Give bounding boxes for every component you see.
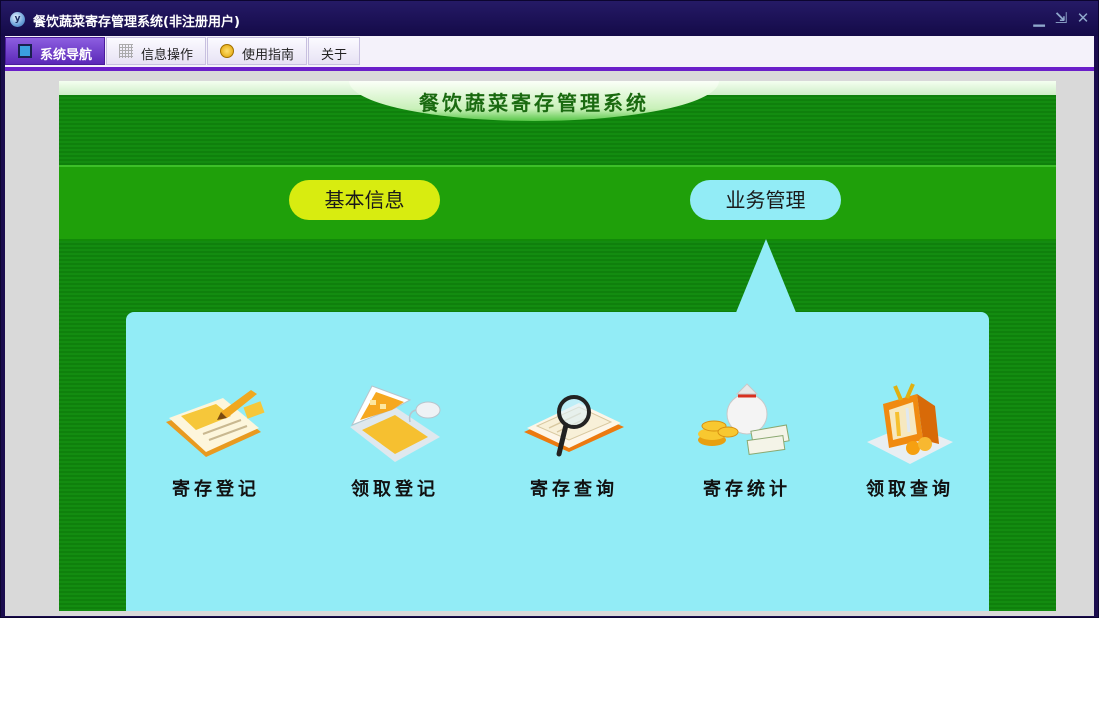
laptop-icon (350, 385, 441, 462)
window-title: 餐饮蔬菜寄存管理系统(非注册用户) (33, 15, 240, 30)
tab-label: 使用指南 (242, 48, 295, 63)
money-bag-icon (698, 383, 790, 456)
tab-user-guide[interactable]: 使用指南 (207, 37, 307, 65)
restore-icon[interactable]: ⇲ (1053, 10, 1069, 26)
function-label: 寄存统计 (703, 479, 791, 500)
close-icon[interactable]: ✕ (1075, 10, 1091, 26)
menu-bar: 系统导航 信息操作 使用指南 关于 (5, 36, 1094, 71)
business-functions-box: 寄存登记 领取登记 寄存查询 寄存统计 领取查询 (126, 312, 989, 611)
pickup-register-button[interactable]: 领取登记 (320, 382, 470, 502)
business-pointer (735, 239, 797, 315)
basic-info-button[interactable]: 基本信息 (289, 180, 440, 220)
nav-band (59, 165, 1056, 241)
tab-system-navigation[interactable]: 系统导航 (5, 37, 105, 65)
function-label: 领取登记 (351, 479, 439, 500)
navigation-panel: 餐饮蔬菜寄存管理系统 基本信息 业务管理 寄存登记 领取登记 寄存查询 寄存统计… (59, 81, 1056, 611)
tab-about[interactable]: 关于 (308, 37, 360, 65)
tab-info-operation[interactable]: 信息操作 (106, 37, 206, 65)
business-management-button[interactable]: 业务管理 (690, 180, 841, 220)
title-bar[interactable]: y 餐饮蔬菜寄存管理系统(非注册用户) ▁ ⇲ ✕ (1, 1, 1098, 36)
tab-label: 信息操作 (141, 48, 194, 63)
magnifier-icon (524, 395, 624, 457)
register-book-icon (166, 390, 265, 457)
panel-title: 餐饮蔬菜寄存管理系统 (419, 91, 649, 115)
function-label: 寄存登记 (172, 479, 260, 500)
gift-box-icon (867, 383, 953, 464)
clock-icon (220, 44, 234, 58)
pickup-query-button[interactable]: 领取查询 (835, 382, 985, 502)
title-plaque: 餐饮蔬菜寄存管理系统 (349, 81, 719, 121)
storage-register-button[interactable]: 寄存登记 (141, 382, 291, 502)
grid-icon (119, 44, 133, 58)
tab-label: 关于 (321, 48, 348, 63)
function-label: 寄存查询 (530, 479, 618, 500)
minimize-icon[interactable]: ▁ (1031, 10, 1047, 26)
app-window: y 餐饮蔬菜寄存管理系统(非注册用户) ▁ ⇲ ✕ 系统导航 信息操作 使用指南… (0, 0, 1099, 618)
app-logo-icon: y (10, 12, 25, 27)
tab-label: 系统导航 (40, 48, 93, 63)
screen-icon (18, 44, 32, 58)
function-label: 领取查询 (866, 479, 954, 500)
storage-query-button[interactable]: 寄存查询 (499, 382, 649, 502)
storage-statistics-button[interactable]: 寄存统计 (672, 382, 822, 502)
